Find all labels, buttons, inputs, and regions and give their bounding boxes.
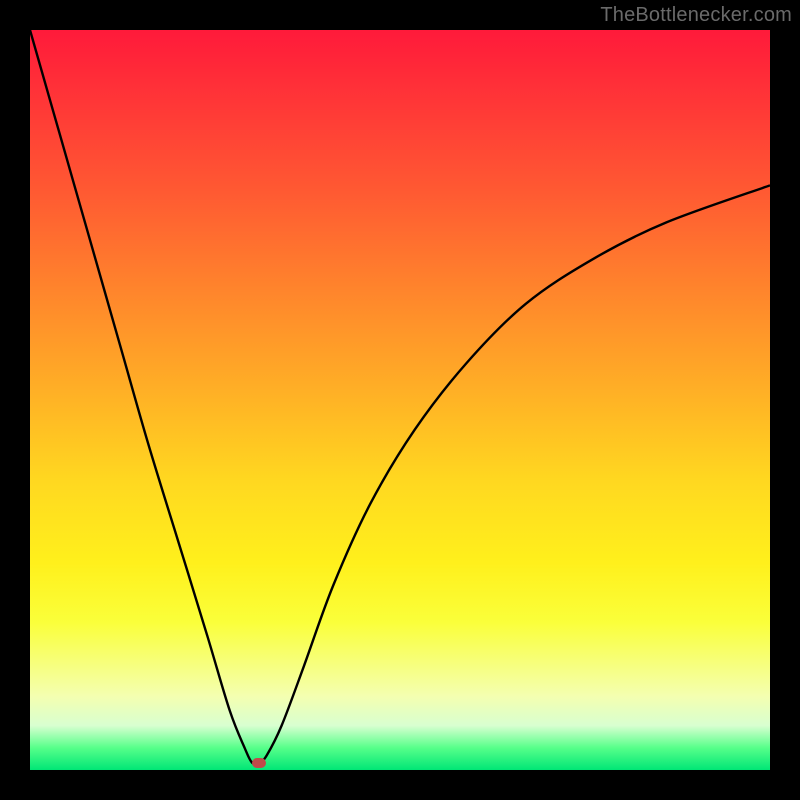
chart-frame: TheBottlenecker.com: [0, 0, 800, 800]
bottleneck-curve-svg: [30, 30, 770, 770]
watermark-label: TheBottlenecker.com: [600, 4, 792, 27]
plot-area: [30, 30, 770, 770]
optimal-point-marker: [252, 758, 266, 768]
bottleneck-curve-path: [30, 30, 770, 764]
